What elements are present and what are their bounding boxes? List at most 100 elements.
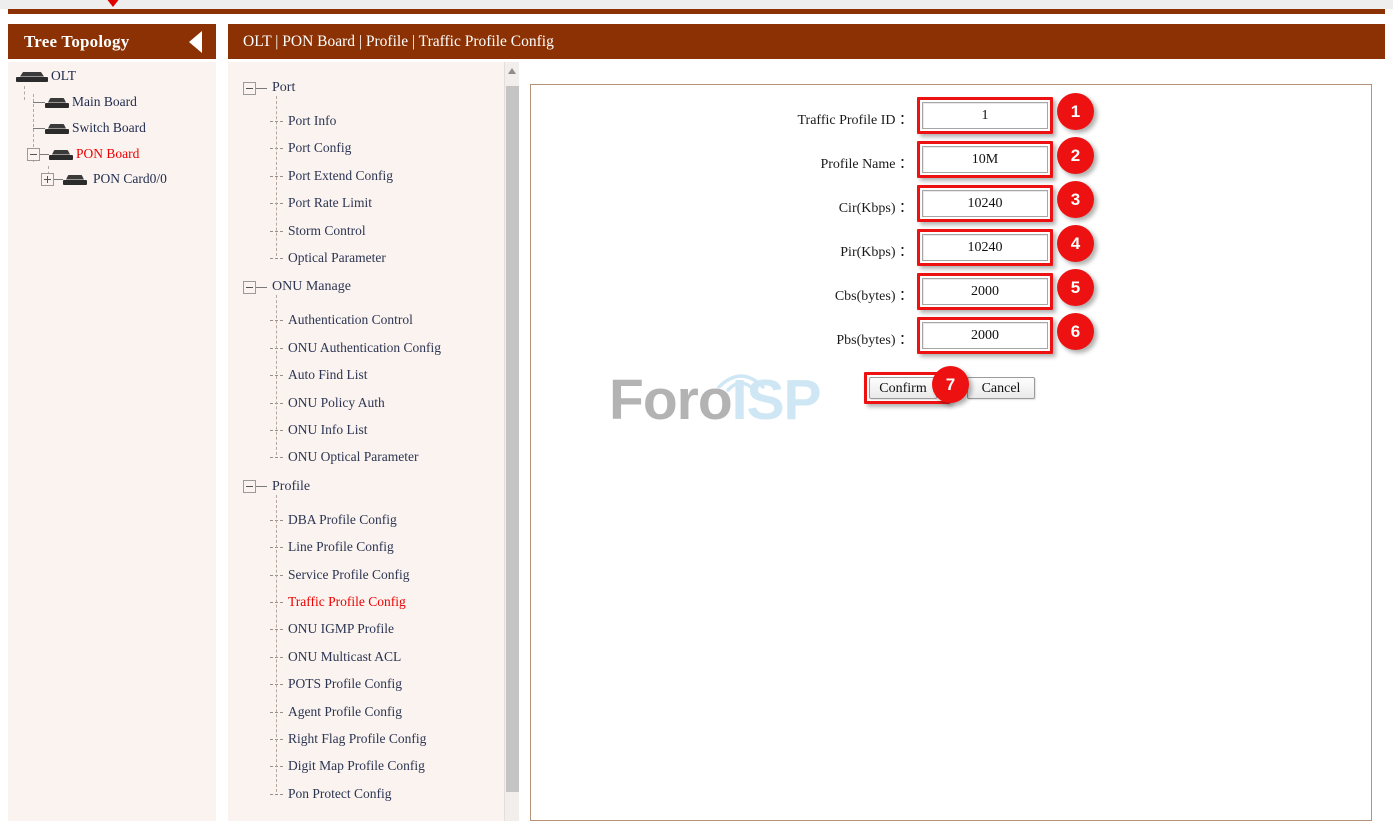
menu-connector-branch [270, 424, 284, 436]
menu-connector-branch [270, 397, 284, 409]
expander-minus-icon[interactable] [243, 480, 256, 493]
step-badge-2: 2 [1057, 137, 1094, 174]
menu-group-profile[interactable]: Profile [243, 479, 310, 495]
menu-connector-dash [256, 287, 267, 288]
field-input[interactable] [922, 322, 1048, 349]
expander-minus-icon[interactable] [27, 148, 40, 161]
menu-item-authentication-control[interactable]: Authentication Control [270, 312, 413, 328]
tree-node-label: Main Board [72, 94, 137, 110]
expander-plus-icon[interactable] [41, 173, 54, 186]
menu-item-onu-info-list[interactable]: ONU Info List [270, 422, 368, 438]
menu-connector-branch [270, 451, 284, 463]
tree-node-label: OLT [51, 68, 76, 84]
field-input[interactable] [922, 234, 1048, 261]
menu-item-right-flag-profile-config[interactable]: Right Flag Profile Config [270, 731, 426, 747]
menu-item-port-info[interactable]: Port Info [270, 113, 336, 129]
menu-item-onu-optical-parameter[interactable]: ONU Optical Parameter [270, 449, 418, 465]
field-input[interactable] [922, 146, 1048, 173]
menu-group-port[interactable]: Port [243, 80, 295, 96]
tree-node-main-board[interactable]: Main Board [33, 94, 137, 110]
menu-item-port-rate-limit[interactable]: Port Rate Limit [270, 195, 372, 211]
tree-node-pon-card[interactable]: PON Card0/0 [41, 171, 167, 187]
content-panel: ForoISP Traffic Profile ID ：1Profile Nam… [530, 84, 1372, 821]
menu-item-label: ONU Optical Parameter [288, 449, 418, 465]
menu-connector-branch [270, 623, 284, 635]
menu-item-agent-profile-config[interactable]: Agent Profile Config [270, 704, 402, 720]
menu-item-dba-profile-config[interactable]: DBA Profile Config [270, 512, 397, 528]
menu-item-optical-parameter[interactable]: Optical Parameter [270, 250, 386, 266]
menu-connector-branch [270, 115, 284, 127]
menu-group-stem-line [276, 96, 277, 256]
menu-item-label: Line Profile Config [288, 539, 394, 555]
confirm-button[interactable]: Confirm [869, 377, 937, 399]
menu-connector-branch [270, 252, 284, 264]
menu-item-label: Port Extend Config [288, 168, 393, 184]
menu-group-stem-line [276, 295, 277, 455]
menu-group-onu-manage[interactable]: ONU Manage [243, 279, 351, 295]
field-input[interactable] [922, 102, 1048, 129]
breadcrumb-header: OLT | PON Board | Profile | Traffic Prof… [228, 24, 1385, 59]
top-brown-rule [8, 9, 1385, 14]
expander-minus-icon[interactable] [243, 281, 256, 294]
menu-item-service-profile-config[interactable]: Service Profile Config [270, 567, 409, 583]
tree-node-olt[interactable]: OLT [16, 68, 76, 84]
top-gray-strip [0, 0, 1393, 9]
menu-item-label: Traffic Profile Config [288, 594, 406, 610]
arrow-up-icon[interactable] [508, 68, 516, 74]
tree-connector-dash [33, 102, 45, 103]
menu-item-label: ONU Multicast ACL [288, 649, 401, 665]
menu-item-port-config[interactable]: Port Config [270, 140, 351, 156]
menu-tree-panel: Port Port Info Port Config Port Extend Conf… [228, 62, 519, 821]
menu-connector-branch [270, 314, 284, 326]
menu-item-label: Port Info [288, 113, 336, 129]
menu-item-label: Digit Map Profile Config [288, 758, 425, 774]
menu-item-storm-control[interactable]: Storm Control [270, 223, 366, 239]
breadcrumb: OLT | PON Board | Profile | Traffic Prof… [243, 33, 554, 51]
menu-connector-dash [256, 486, 267, 487]
menu-item-pots-profile-config[interactable]: POTS Profile Config [270, 676, 402, 692]
tree-trunk-line [24, 86, 25, 100]
menu-item-onu-authentication-config[interactable]: ONU Authentication Config [270, 340, 441, 356]
menu-connector-branch [270, 569, 284, 581]
menu-connector-branch [270, 541, 284, 553]
step-badge-7: 7 [932, 366, 969, 403]
menu-item-label: Authentication Control [288, 312, 413, 328]
menu-item-label: Port Rate Limit [288, 195, 372, 211]
expander-minus-icon[interactable] [243, 82, 256, 95]
menu-item-onu-policy-auth[interactable]: ONU Policy Auth [270, 395, 385, 411]
cancel-button[interactable]: Cancel [967, 377, 1035, 399]
menu-group-stem-line [276, 495, 277, 792]
menu-connector-branch [270, 706, 284, 718]
field-label: Cir(Kbps) ： [651, 197, 913, 217]
menu-tree-list: Port Port Info Port Config Port Extend Conf… [228, 62, 503, 821]
menu-item-onu-igmp-profile[interactable]: ONU IGMP Profile [270, 621, 394, 637]
tree-node-switch-board[interactable]: Switch Board [33, 120, 146, 136]
menu-item-line-profile-config[interactable]: Line Profile Config [270, 539, 394, 555]
field-label: Cbs(bytes) ： [651, 285, 913, 305]
menu-item-traffic-profile-config[interactable]: Traffic Profile Config [270, 594, 406, 610]
tree-node-label: PON Card0/0 [93, 171, 167, 187]
scrollbar-thumb[interactable] [506, 86, 519, 792]
field-input[interactable] [922, 278, 1048, 305]
menu-item-label: Port Config [288, 140, 351, 156]
tree-node-label: Switch Board [72, 120, 146, 136]
step-badge-4: 4 [1057, 225, 1094, 262]
tree-topology-title: Tree Topology [24, 32, 129, 52]
menu-item-auto-find-list[interactable]: Auto Find List [270, 367, 368, 383]
menu-connector-dash [256, 88, 267, 89]
field-label: Traffic Profile ID ： [651, 109, 913, 129]
step-badge-5: 5 [1057, 269, 1094, 306]
tree-node-pon-board[interactable]: PON Board [27, 146, 139, 162]
tree-node-label: PON Board [76, 146, 139, 162]
tree-connector-dash [40, 154, 49, 155]
triangle-left-icon[interactable] [189, 31, 202, 53]
menu-item-onu-multicast-acl[interactable]: ONU Multicast ACL [270, 649, 401, 665]
menu-item-pon-protect-config[interactable]: Pon Protect Config [270, 786, 392, 802]
menu-scrollbar[interactable] [504, 62, 519, 821]
field-input[interactable] [922, 190, 1048, 217]
menu-item-label: Auto Find List [288, 367, 368, 383]
menu-item-digit-map-profile-config[interactable]: Digit Map Profile Config [270, 758, 425, 774]
tree-topology-panel: OLT Main Board Switch Board [8, 62, 216, 821]
field-label: Profile Name ： [651, 153, 913, 173]
menu-item-port-extend-config[interactable]: Port Extend Config [270, 168, 393, 184]
